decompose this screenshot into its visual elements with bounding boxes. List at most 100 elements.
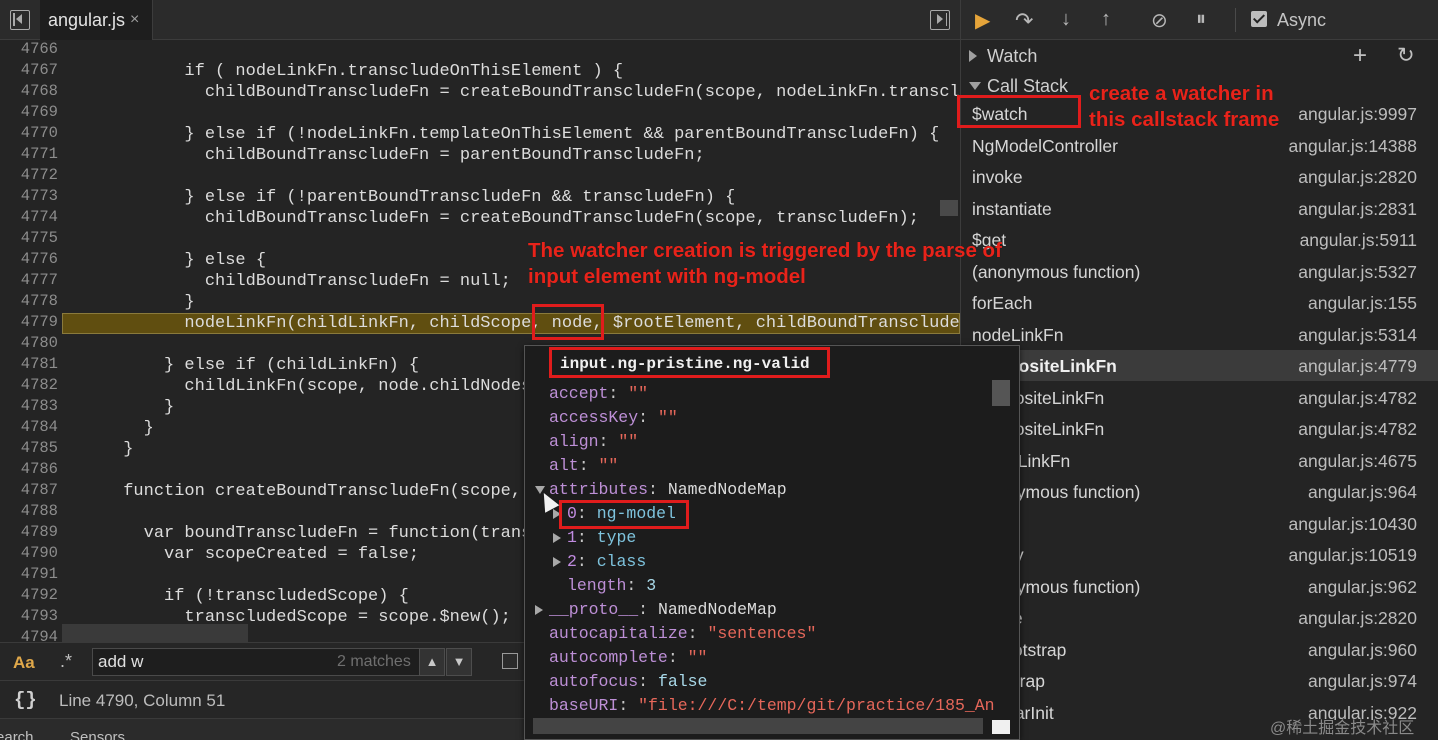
call-frame-location[interactable]: angular.js:4782 bbox=[1298, 388, 1417, 409]
toggle-debugger-icon[interactable] bbox=[930, 10, 950, 30]
line-number[interactable]: 4790 bbox=[21, 544, 58, 562]
expand-arrow-icon[interactable] bbox=[553, 533, 561, 543]
line-number[interactable]: 4775 bbox=[21, 229, 58, 247]
line-number[interactable]: 4786 bbox=[21, 460, 58, 478]
call-frame[interactable]: compositeLinkFn angular.js:4779 bbox=[961, 350, 1438, 381]
call-frame-location[interactable]: angular.js:4675 bbox=[1298, 451, 1417, 472]
line-number[interactable]: 4794 bbox=[21, 628, 58, 642]
call-frame-location[interactable]: angular.js:5911 bbox=[1300, 230, 1417, 251]
line-number[interactable]: 4770 bbox=[21, 124, 58, 142]
call-frame-location[interactable]: angular.js:9997 bbox=[1298, 104, 1417, 125]
line-number[interactable]: 4771 bbox=[21, 145, 58, 163]
line-number[interactable]: 4781 bbox=[21, 355, 58, 373]
line-number[interactable]: 4768 bbox=[21, 82, 58, 100]
line-number[interactable]: 4777 bbox=[21, 271, 58, 289]
call-frame[interactable]: doBootstrapangular.js:960 bbox=[961, 634, 1438, 665]
add-watch-icon[interactable]: + bbox=[1353, 42, 1367, 70]
call-frame-location[interactable]: angular.js:14388 bbox=[1289, 136, 1417, 157]
line-number[interactable]: 4782 bbox=[21, 376, 58, 394]
line-number[interactable]: 4792 bbox=[21, 586, 58, 604]
editor-scroll-thumb[interactable] bbox=[940, 200, 958, 216]
line-number[interactable]: 4787 bbox=[21, 481, 58, 499]
call-frame[interactable]: (anonymous function) angular.js:962 bbox=[961, 571, 1438, 602]
async-checkbox[interactable] bbox=[1251, 11, 1267, 27]
deactivate-breakpoints-icon[interactable]: ⊘ bbox=[1151, 8, 1168, 33]
call-frame-location[interactable]: angular.js:5314 bbox=[1298, 325, 1417, 346]
expand-arrow-icon[interactable] bbox=[535, 605, 543, 615]
toggle-navigator-icon[interactable] bbox=[10, 10, 30, 30]
call-frame-location[interactable]: angular.js:960 bbox=[1308, 640, 1417, 661]
line-number[interactable]: 4785 bbox=[21, 439, 58, 457]
drawer-tab-sensors[interactable]: Sensors bbox=[70, 729, 125, 740]
call-frame-location[interactable]: angular.js:2820 bbox=[1298, 167, 1417, 188]
call-frame[interactable]: $get angular.js:5911 bbox=[961, 224, 1438, 255]
editor-horizontal-scrollbar[interactable] bbox=[62, 624, 248, 642]
call-frame-location[interactable]: angular.js:962 bbox=[1308, 577, 1417, 598]
next-match-button[interactable]: ▼ bbox=[446, 648, 472, 676]
step-out-icon[interactable]: ↑ bbox=[1101, 8, 1111, 31]
expand-arrow-icon[interactable] bbox=[553, 557, 561, 567]
call-frame[interactable]: invokeangular.js:2820 bbox=[961, 161, 1438, 192]
close-tab-icon[interactable]: × bbox=[130, 11, 139, 29]
call-frame[interactable]: (anonymous function) angular.js:5327 bbox=[961, 256, 1438, 287]
line-number[interactable]: 4778 bbox=[21, 292, 58, 310]
line-number[interactable]: 4779 bbox=[21, 313, 58, 331]
regex-button[interactable]: .* bbox=[60, 651, 72, 672]
call-frame-location[interactable]: angular.js:4782 bbox=[1298, 419, 1417, 440]
call-frame[interactable]: instantiate angular.js:2831 bbox=[961, 193, 1438, 224]
call-frame-location[interactable]: angular.js:10430 bbox=[1289, 514, 1417, 535]
property-row[interactable]: 1: type bbox=[553, 526, 636, 550]
call-frame[interactable]: publicLinkFn angular.js:4675 bbox=[961, 445, 1438, 476]
previous-match-button[interactable]: ▲ bbox=[419, 648, 445, 676]
call-frame-location[interactable]: angular.js:5327 bbox=[1298, 262, 1417, 283]
line-number[interactable]: 4780 bbox=[21, 334, 58, 352]
pause-on-exceptions-icon[interactable]: ⏸ bbox=[1196, 8, 1206, 31]
step-over-icon[interactable]: ↷ bbox=[1015, 8, 1033, 34]
line-number[interactable]: 4789 bbox=[21, 523, 58, 541]
line-number[interactable]: 4791 bbox=[21, 565, 58, 583]
property-row[interactable]: attributes: NamedNodeMap bbox=[535, 478, 787, 502]
line-number[interactable]: 4784 bbox=[21, 418, 58, 436]
replace-checkbox[interactable] bbox=[502, 653, 518, 669]
line-number[interactable]: 4769 bbox=[21, 103, 58, 121]
call-frame-location[interactable]: angular.js:974 bbox=[1308, 671, 1417, 692]
pretty-print-icon[interactable]: {} bbox=[14, 689, 37, 711]
call-frame[interactable]: (anonymous function) angular.js:964 bbox=[961, 476, 1438, 507]
call-frame[interactable]: bootstrapangular.js:974 bbox=[961, 665, 1438, 696]
line-number[interactable]: 4783 bbox=[21, 397, 58, 415]
resume-icon[interactable]: ▶︎ bbox=[975, 8, 990, 33]
line-number[interactable]: 4766 bbox=[21, 40, 58, 58]
drawer-tab-search[interactable]: Search bbox=[0, 729, 34, 740]
call-frame[interactable]: $applyangular.js:10519 bbox=[961, 539, 1438, 570]
refresh-watch-icon[interactable]: ↻ bbox=[1397, 43, 1415, 68]
call-frame-location[interactable]: angular.js:2831 bbox=[1298, 199, 1417, 220]
call-frame[interactable]: compositeLinkFn angular.js:4782 bbox=[961, 382, 1438, 413]
call-frame[interactable]: forEach angular.js:155 bbox=[961, 287, 1438, 318]
line-number[interactable]: 4767 bbox=[21, 61, 58, 79]
file-tab-angular-js[interactable]: angular.js × bbox=[40, 0, 153, 40]
popover-horizontal-scrollbar[interactable] bbox=[533, 718, 983, 734]
call-frame[interactable]: nodeLinkFn angular.js:5314 bbox=[961, 319, 1438, 350]
line-number-gutter[interactable]: 4766 4767 4768 4769 4770 4771 4772 4773 4774 4775… bbox=[0, 40, 62, 642]
property-row[interactable]: __proto__: NamedNodeMap bbox=[535, 598, 777, 622]
line-number[interactable]: 4772 bbox=[21, 166, 58, 184]
line-number[interactable]: 4788 bbox=[21, 502, 58, 520]
call-frame-location[interactable]: angular.js:4779 bbox=[1298, 356, 1417, 377]
property-row[interactable]: 2: class bbox=[553, 550, 646, 574]
line-number[interactable]: 4776 bbox=[21, 250, 58, 268]
call-frame[interactable]: $evalangular.js:10430 bbox=[961, 508, 1438, 539]
call-frame-location[interactable]: angular.js:2820 bbox=[1298, 608, 1417, 629]
popover-scroll-thumb[interactable] bbox=[992, 380, 1010, 406]
step-into-icon[interactable]: ↓ bbox=[1061, 8, 1071, 31]
call-frame-location[interactable]: angular.js:10519 bbox=[1289, 545, 1417, 566]
call-frame[interactable]: NgModelController angular.js:14388 bbox=[961, 130, 1438, 161]
line-number[interactable]: 4793 bbox=[21, 607, 58, 625]
line-number[interactable]: 4773 bbox=[21, 187, 58, 205]
call-frame-location[interactable]: angular.js:964 bbox=[1308, 482, 1417, 503]
match-case-button[interactable]: Aa bbox=[13, 653, 35, 673]
call-frame-location[interactable]: angular.js:155 bbox=[1308, 293, 1417, 314]
call-frame[interactable]: invokeangular.js:2820 bbox=[961, 602, 1438, 633]
line-number[interactable]: 4774 bbox=[21, 208, 58, 226]
watch-section-header[interactable]: Watch + ↻ bbox=[961, 42, 1438, 70]
call-frame[interactable]: compositeLinkFn angular.js:4782 bbox=[961, 413, 1438, 444]
